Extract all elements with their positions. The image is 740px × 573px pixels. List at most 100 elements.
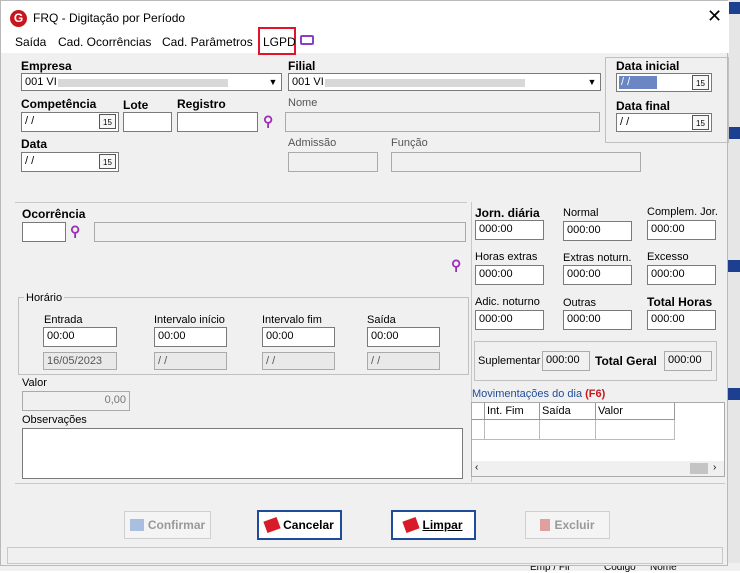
chevron-down-icon[interactable]: ▼ — [265, 74, 281, 90]
total-horas-label: Total Horas — [647, 295, 713, 309]
excluir-button[interactable]: Excluir — [525, 511, 610, 539]
grid-row-header — [472, 403, 485, 420]
background-header-strip — [728, 127, 740, 139]
registro-input[interactable] — [177, 112, 258, 132]
intervalo-fim-input[interactable]: 00:00 — [262, 327, 335, 347]
divider — [15, 483, 725, 484]
grid-cell[interactable] — [540, 420, 596, 440]
background-header-strip — [728, 388, 740, 400]
close-icon[interactable]: ✕ — [707, 7, 722, 25]
monitor-icon[interactable] — [300, 35, 314, 45]
saida-input[interactable]: 00:00 — [367, 327, 440, 347]
menu-cad-parametros[interactable]: Cad. Parâmetros — [162, 35, 253, 49]
normal-field[interactable]: 000:00 — [563, 221, 632, 241]
competencia-value: / / — [25, 115, 35, 127]
ocorrencia-label: Ocorrência — [22, 207, 86, 221]
grid-header-valor[interactable]: Valor — [596, 403, 675, 420]
observacoes-textarea[interactable] — [22, 428, 463, 479]
outras-field[interactable]: 000:00 — [563, 310, 632, 330]
eraser-icon — [402, 516, 421, 534]
calendar-icon[interactable]: 15 — [99, 154, 116, 169]
menu-lgpd[interactable]: LGPD — [263, 35, 296, 49]
background-window-edge — [728, 0, 740, 571]
registro-label: Registro — [177, 97, 226, 111]
search-icon[interactable]: ⚲ — [263, 113, 273, 130]
intervalo-inicio-input[interactable]: 00:00 — [154, 327, 227, 347]
filial-select[interactable]: 001 VI — [288, 73, 601, 91]
horizontal-scrollbar[interactable]: ‹ › — [472, 461, 724, 476]
nome-field — [285, 112, 600, 132]
excesso-field[interactable]: 000:00 — [647, 265, 716, 285]
nome-label: Nome — [288, 97, 318, 109]
calendar-icon[interactable]: 15 — [692, 75, 709, 90]
movimentacoes-grid[interactable]: Int. Fim Saída Valor ‹ › — [471, 402, 725, 477]
ocorrencia-description — [94, 222, 466, 242]
lote-label: Lote — [123, 98, 149, 112]
movimentacoes-shortcut: (F6) — [585, 388, 606, 400]
filial-value: 001 VI — [292, 76, 324, 88]
empresa-value: 001 VI — [25, 76, 57, 88]
lote-input[interactable] — [123, 112, 172, 132]
confirmar-label: Confirmar — [147, 518, 206, 532]
background-header-strip — [728, 260, 740, 272]
ocorrencia-code-input[interactable] — [22, 222, 66, 242]
admissao-label: Admissão — [288, 137, 337, 149]
valor-input[interactable]: 0,00 — [22, 391, 130, 411]
grid-row-indicator — [472, 420, 485, 440]
cancelar-label: Cancelar — [283, 518, 334, 532]
scroll-right-icon[interactable]: › — [713, 462, 716, 473]
blurred-text — [58, 79, 228, 87]
confirmar-button[interactable]: Confirmar — [124, 511, 211, 539]
total-horas-field[interactable]: 000:00 — [647, 310, 716, 330]
data-label: Data — [21, 137, 48, 151]
intervalo-fim-date: / / — [262, 352, 335, 370]
eraser-icon — [263, 516, 281, 534]
intervalo-inicio-date: / / — [154, 352, 227, 370]
adic-noturno-field[interactable]: 000:00 — [475, 310, 544, 330]
scroll-left-icon[interactable]: ‹ — [475, 462, 478, 473]
intervalo-inicio-label: Intervalo início — [154, 314, 225, 326]
main-window: G FRQ - Digitação por Período ✕ Saída Ca… — [0, 0, 729, 566]
background-header-strip — [728, 2, 740, 14]
extras-noturn-field[interactable]: 000:00 — [563, 265, 632, 285]
funcao-label: Função — [391, 137, 428, 149]
grid-cell[interactable] — [596, 420, 675, 440]
complem-label: Complem. Jor. — [647, 206, 718, 218]
cancelar-button[interactable]: Cancelar — [257, 510, 342, 540]
horas-extras-label: Horas extras — [475, 251, 538, 263]
data-inicial-label: Data inicial — [616, 59, 680, 73]
movimentacoes-label: Movimentações do dia (F6) — [472, 388, 605, 400]
suplementar-label: Suplementar — [478, 355, 541, 367]
menu-cad-ocorrencias[interactable]: Cad. Ocorrências — [58, 35, 151, 49]
search-icon[interactable]: ⚲ — [70, 223, 80, 240]
chevron-down-icon[interactable]: ▼ — [584, 74, 600, 90]
entrada-input[interactable]: 00:00 — [43, 327, 117, 347]
data-final-value: / / — [620, 116, 630, 128]
outras-label: Outras — [563, 297, 597, 309]
limpar-button[interactable]: Limpar — [391, 510, 476, 540]
horas-extras-field[interactable]: 000:00 — [475, 265, 544, 285]
observacoes-label: Observações — [22, 414, 87, 426]
grid-header-int-fim[interactable]: Int. Fim — [485, 403, 540, 420]
horario-label: Horário — [24, 292, 65, 304]
scroll-thumb[interactable] — [690, 463, 708, 474]
grid-header-saida[interactable]: Saída — [540, 403, 596, 420]
jorn-diaria-label: Jorn. diária — [475, 206, 540, 220]
intervalo-fim-label: Intervalo fim — [262, 314, 322, 326]
menu-saida[interactable]: Saída — [15, 35, 46, 49]
empresa-select[interactable]: 001 VI — [21, 73, 282, 91]
jorn-diaria-field[interactable]: 000:00 — [475, 220, 544, 240]
admissao-field — [288, 152, 378, 172]
save-icon — [129, 519, 144, 531]
limpar-label: Limpar — [422, 518, 463, 532]
empresa-label: Empresa — [21, 59, 72, 73]
total-geral-label: Total Geral — [595, 354, 657, 368]
grid-cell[interactable] — [485, 420, 540, 440]
complem-field[interactable]: 000:00 — [647, 220, 716, 240]
calendar-icon[interactable]: 15 — [99, 114, 116, 129]
app-logo-icon: G — [10, 10, 27, 27]
data-final-label: Data final — [616, 99, 671, 113]
filial-label: Filial — [288, 59, 316, 73]
calendar-icon[interactable]: 15 — [692, 115, 709, 130]
search-icon[interactable]: ⚲ — [451, 257, 461, 274]
